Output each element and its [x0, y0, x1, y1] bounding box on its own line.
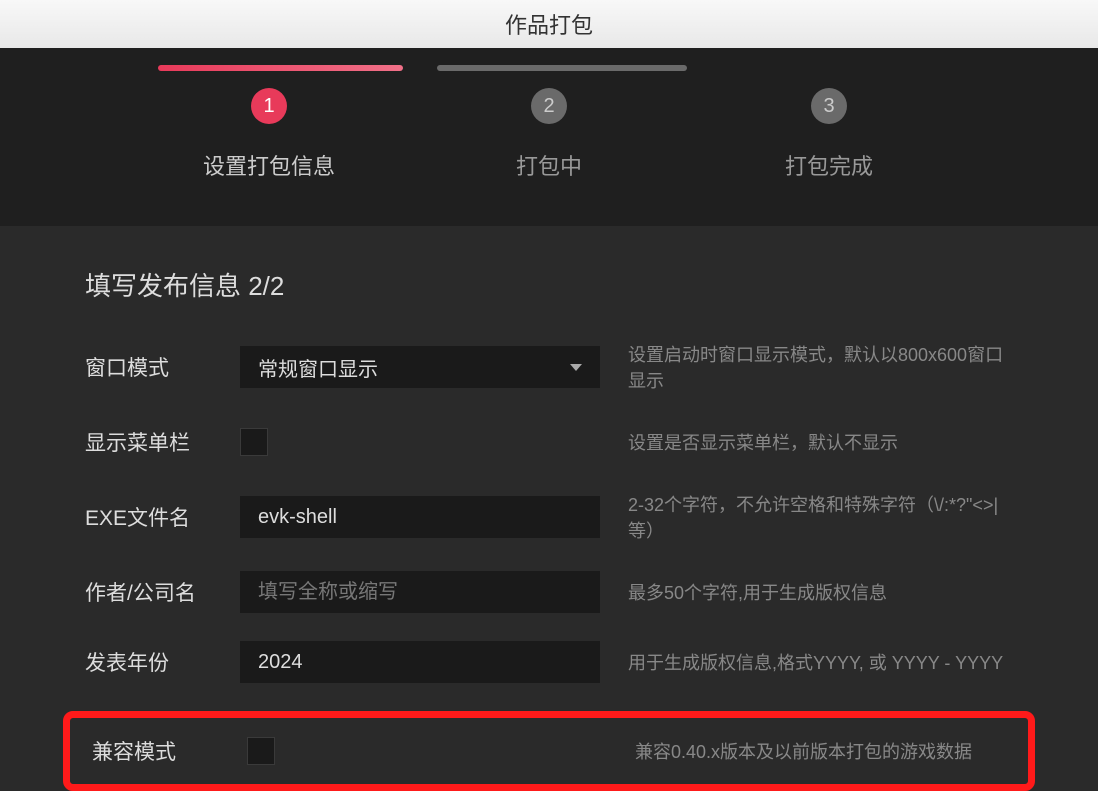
window-mode-value: 常规窗口显示 — [258, 353, 378, 382]
year-input[interactable] — [240, 641, 600, 683]
label-show-menubar: 显示菜单栏 — [85, 427, 240, 457]
step-label-3: 打包完成 — [785, 149, 873, 181]
titlebar: 作品打包 — [0, 0, 1098, 48]
author-input[interactable] — [240, 571, 600, 613]
label-window-mode: 窗口模式 — [85, 352, 240, 382]
step-circle-3: 3 — [811, 88, 847, 124]
highlight-compat-mode: 兼容模式 兼容0.40.x版本及以前版本打包的游戏数据 — [63, 711, 1035, 791]
compat-mode-checkbox[interactable] — [247, 737, 275, 765]
step-1: 1 设置打包信息 — [129, 88, 409, 181]
step-circle-2: 2 — [531, 88, 567, 124]
row-year: 发表年份 用于生成版权信息,格式YYYY, 或 YYYY - YYYY — [85, 641, 1013, 683]
exe-filename-input[interactable] — [240, 496, 600, 538]
label-exe-filename: EXE文件名 — [85, 502, 240, 532]
window-title: 作品打包 — [505, 8, 593, 40]
hint-compat-mode: 兼容0.40.x版本及以前版本打包的游戏数据 — [635, 738, 1028, 764]
label-year: 发表年份 — [85, 647, 240, 677]
step-label-1: 设置打包信息 — [203, 149, 335, 181]
window-mode-select[interactable]: 常规窗口显示 — [240, 346, 600, 388]
step-circle-1: 1 — [251, 88, 287, 124]
row-author: 作者/公司名 最多50个字符,用于生成版权信息 — [85, 571, 1013, 613]
row-window-mode: 窗口模式 常规窗口显示 设置启动时窗口显示模式，默认以800x600窗口显示 — [85, 341, 1013, 393]
stepper: 1 设置打包信息 2 打包中 3 打包完成 — [0, 48, 1098, 226]
step-label-2: 打包中 — [516, 149, 582, 181]
section-title: 填写发布信息 2/2 — [85, 266, 1013, 303]
hint-author: 最多50个字符,用于生成版权信息 — [628, 579, 1013, 605]
form-content: 填写发布信息 2/2 窗口模式 常规窗口显示 设置启动时窗口显示模式，默认以80… — [0, 226, 1098, 791]
hint-show-menubar: 设置是否显示菜单栏，默认不显示 — [628, 429, 1013, 455]
hint-exe-filename: 2-32个字符，不允许空格和特殊字符（\/:*?"<>|等） — [628, 491, 1013, 543]
label-author: 作者/公司名 — [85, 577, 240, 607]
step-connector-inactive — [437, 65, 687, 71]
chevron-down-icon — [570, 364, 582, 371]
hint-year: 用于生成版权信息,格式YYYY, 或 YYYY - YYYY — [628, 649, 1013, 675]
row-exe-filename: EXE文件名 2-32个字符，不允许空格和特殊字符（\/:*?"<>|等） — [85, 491, 1013, 543]
step-connector-active — [158, 65, 403, 71]
hint-window-mode: 设置启动时窗口显示模式，默认以800x600窗口显示 — [628, 341, 1013, 393]
label-compat-mode: 兼容模式 — [82, 736, 247, 766]
row-show-menubar: 显示菜单栏 设置是否显示菜单栏，默认不显示 — [85, 421, 1013, 463]
step-2: 2 打包中 — [409, 88, 689, 181]
step-3: 3 打包完成 — [689, 88, 969, 181]
show-menubar-checkbox[interactable] — [240, 428, 268, 456]
